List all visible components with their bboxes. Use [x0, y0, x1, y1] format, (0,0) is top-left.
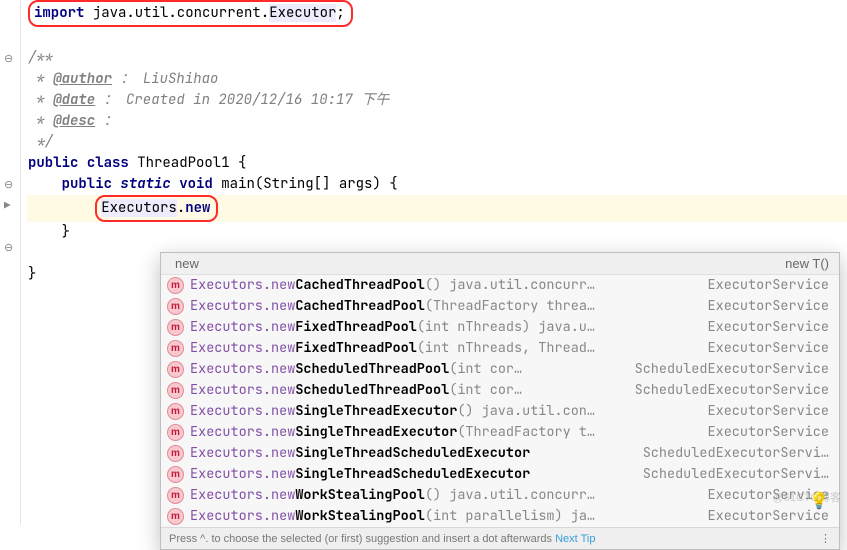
class-name: ThreadPool1 { — [129, 154, 247, 172]
method-icon: m — [167, 340, 184, 357]
fold-marker-icon[interactable]: ⊖ — [4, 241, 13, 255]
method-icon: m — [167, 382, 184, 399]
completion-item-label: Executors.newSingleThreadExecutor() java… — [190, 402, 686, 421]
method-icon: m — [167, 319, 184, 336]
completion-item-label: Executors.newFixedThreadPool(int nThread… — [190, 339, 686, 358]
footer-hint: Press ^. to choose the selected (or firs… — [169, 533, 552, 545]
popup-header-right: new T() — [785, 256, 829, 271]
completion-item-label: Executors.newFixedThreadPool(int nThread… — [190, 318, 686, 337]
method-icon: m — [167, 298, 184, 315]
method-icon: m — [167, 487, 184, 504]
completion-item[interactable]: m Executors.newWorkStealingPool(int paral… — [161, 506, 839, 527]
completion-item[interactable]: m Executors.newFixedThreadPool(int nThrea… — [161, 317, 839, 338]
code-editor[interactable]: ⊖ ⊖ ▶ ⊖ import java.util.concurrent.Exec… — [0, 0, 847, 285]
completion-item-return-type: ExecutorService — [692, 276, 830, 295]
footer-menu-icon[interactable]: ⋮ — [820, 532, 831, 545]
completion-list[interactable]: m Executors.newCachedThreadPool() java.ut… — [161, 275, 839, 527]
completion-item-label: Executors.newWorkStealingPool() java.uti… — [190, 486, 686, 505]
method-icon: m — [167, 424, 184, 441]
completion-item-return-type: ExecutorService — [692, 297, 830, 316]
method-icon: m — [167, 361, 184, 378]
javadoc-open[interactable]: /** — [28, 48, 847, 69]
completion-item-label: Executors.newCachedThreadPool() java.uti… — [190, 276, 686, 295]
javadoc-close[interactable]: */ — [28, 132, 847, 153]
keyword-import: import — [34, 4, 84, 22]
completion-item[interactable]: m Executors.newSingleThreadExecutor(Threa… — [161, 422, 839, 443]
javadoc-line[interactable]: * @author ： LiuShihao — [28, 69, 847, 90]
completion-item[interactable]: m Executors.newCachedThreadPool(ThreadFac… — [161, 296, 839, 317]
completion-item-return-type: ExecutorService — [692, 402, 830, 421]
code-line[interactable]: public class ThreadPool1 { — [28, 153, 847, 174]
completion-item[interactable]: m Executors.newFixedThreadPool(int nThrea… — [161, 338, 839, 359]
completion-item-return-type: ExecutorService — [692, 423, 830, 442]
completion-item[interactable]: m Executors.newScheduledThreadPool(int co… — [161, 359, 839, 380]
completion-popup-header: new new T() — [161, 253, 839, 275]
popup-header-left: new — [175, 256, 199, 271]
method-icon: m — [167, 403, 184, 420]
completion-item-label: Executors.newSingleThreadExecutor(Thread… — [190, 423, 686, 442]
code-line[interactable]: public static void main(String[] args) { — [28, 174, 847, 195]
completion-item-return-type: ScheduledExecutorService — [619, 381, 829, 400]
completion-item-return-type: ScheduledExecutorService — [619, 360, 829, 379]
completion-item[interactable]: m Executors.newSingleThreadScheduledExecu… — [161, 464, 839, 485]
method-icon: m — [167, 466, 184, 483]
completion-item[interactable]: m Executors.newCachedThreadPool() java.ut… — [161, 275, 839, 296]
method-icon: m — [167, 445, 184, 462]
watermark: @51CTO博客 — [773, 489, 841, 505]
completion-item-label: Executors.newSingleThreadScheduledExecut… — [190, 444, 621, 463]
completion-item-label: Executors.newCachedThreadPool(ThreadFact… — [190, 297, 686, 316]
completion-item[interactable]: m Executors.newScheduledThreadPool(int co… — [161, 380, 839, 401]
doctag-author: @author — [53, 70, 112, 88]
code-line[interactable]: import java.util.concurrent.Executor; — [28, 0, 847, 27]
fold-marker-icon[interactable]: ⊖ — [4, 52, 13, 66]
method-icon: m — [167, 277, 184, 294]
completion-item-label: Executors.newSingleThreadScheduledExecut… — [190, 465, 621, 484]
completion-item[interactable]: m Executors.newWorkStealingPool() java.ut… — [161, 485, 839, 506]
javadoc-line[interactable]: * @date ： Created in 2020/12/16 10:17 下午 — [28, 90, 847, 111]
method-icon: m — [167, 508, 184, 525]
gutter: ⊖ ⊖ ▶ ⊖ — [0, 0, 21, 525]
code-line[interactable] — [28, 27, 847, 48]
completion-item-return-type: ExecutorService — [692, 318, 830, 337]
footer-next-tip-link[interactable]: Next Tip — [555, 533, 595, 545]
doctag-desc: @desc — [53, 112, 95, 130]
highlight-callout: Executors.new — [95, 195, 218, 222]
fold-marker-icon[interactable]: ⊖ — [4, 178, 13, 192]
completion-popup-footer: Press ^. to choose the selected (or firs… — [161, 527, 839, 549]
completion-item-return-type: ExecutorService — [692, 339, 830, 358]
completion-item-return-type: ScheduledExecutorServi… — [627, 465, 829, 484]
javadoc-line[interactable]: * @desc ： — [28, 111, 847, 132]
code-line[interactable]: } — [28, 222, 847, 243]
completion-item-return-type: ScheduledExecutorServi… — [627, 444, 829, 463]
completion-item-label: Executors.newScheduledThreadPool(int cor… — [190, 360, 613, 379]
completion-popup[interactable]: new new T() m Executors.newCachedThreadPo… — [160, 252, 840, 550]
completion-item[interactable]: m Executors.newSingleThreadScheduledExecu… — [161, 443, 839, 464]
completion-item-label: Executors.newScheduledThreadPool(int cor… — [190, 381, 613, 400]
current-line[interactable]: Executors.new — [27, 195, 847, 222]
highlight-callout: import java.util.concurrent.Executor; — [28, 0, 353, 27]
run-gutter-icon[interactable]: ▶ — [4, 199, 11, 213]
highlighted-word: Executor — [269, 4, 336, 22]
completion-item[interactable]: m Executors.newSingleThreadExecutor() jav… — [161, 401, 839, 422]
doctag-date: @date — [53, 91, 95, 109]
completion-item-label: Executors.newWorkStealingPool(int parall… — [190, 507, 686, 526]
